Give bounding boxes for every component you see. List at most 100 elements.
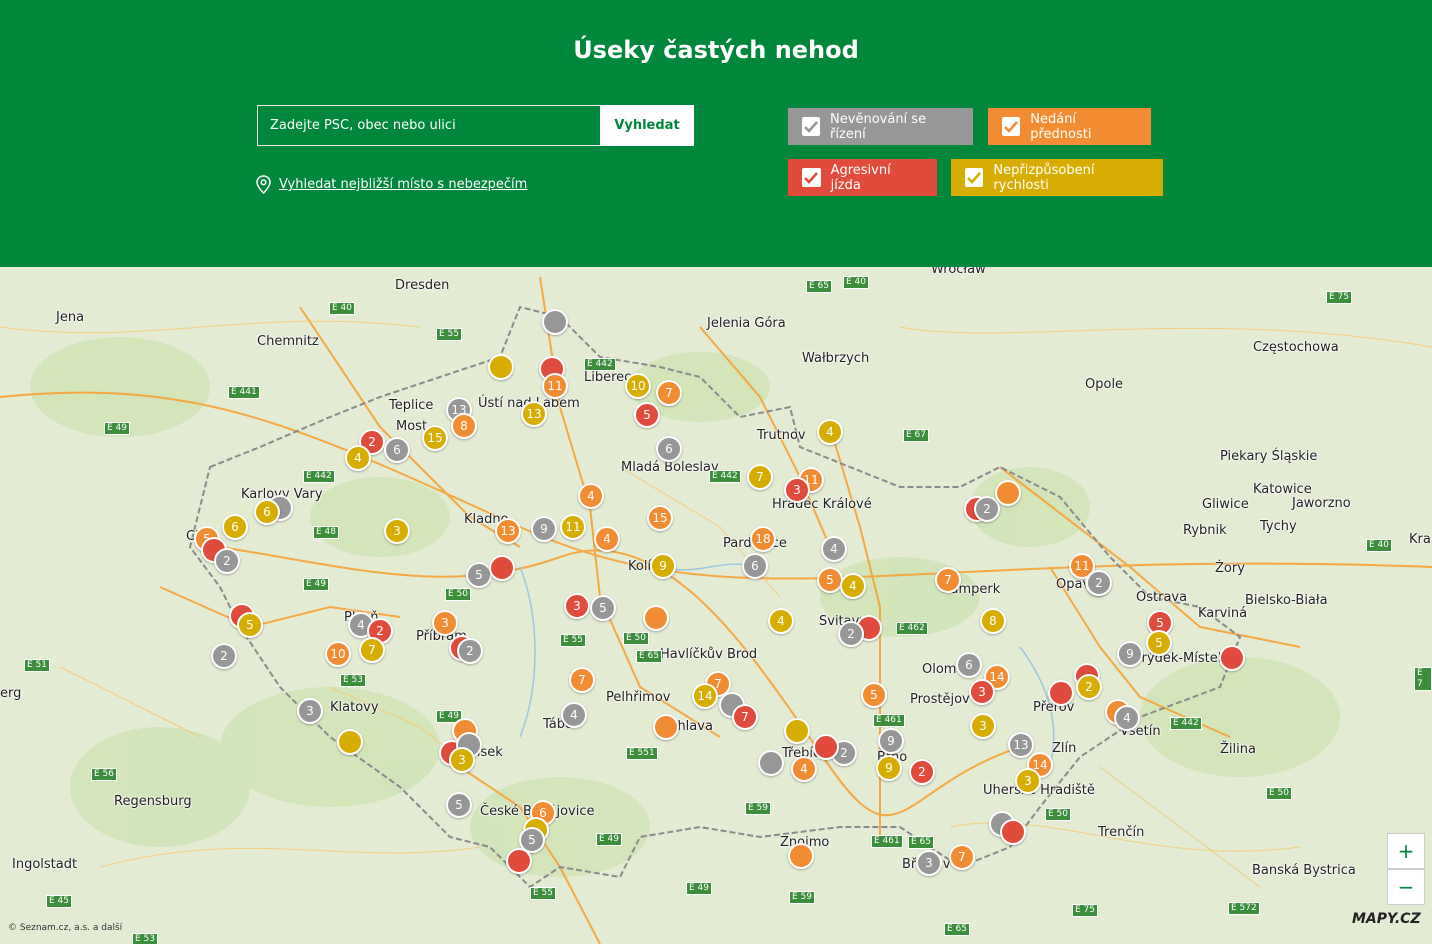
accident-marker[interactable]: 2 <box>838 621 864 647</box>
filter-aggressive-driving[interactable]: Agresivní jízda <box>788 159 937 196</box>
accident-marker[interactable]: 15 <box>422 425 448 451</box>
accident-marker[interactable] <box>788 843 814 869</box>
filter-speed[interactable]: Nepřizpůsobení rychlosti <box>951 159 1163 196</box>
accident-marker[interactable]: 2 <box>1076 674 1102 700</box>
accident-marker[interactable]: 9 <box>650 553 676 579</box>
road-sign: E 65 <box>636 650 662 663</box>
filter-label: Nevěnování se řízení <box>830 111 927 142</box>
accident-marker[interactable] <box>489 555 515 581</box>
accident-marker[interactable]: 10 <box>625 373 651 399</box>
accident-marker[interactable]: 5 <box>237 612 263 638</box>
accident-marker[interactable]: 3 <box>449 747 475 773</box>
accident-marker[interactable]: 7 <box>747 464 773 490</box>
accident-marker[interactable]: 4 <box>1114 705 1140 731</box>
accident-marker[interactable]: 3 <box>916 850 942 876</box>
accident-marker[interactable] <box>643 605 669 631</box>
road-sign: E 461 <box>873 714 905 727</box>
accident-marker[interactable] <box>813 734 839 760</box>
accident-marker[interactable]: 13 <box>495 518 521 544</box>
accident-marker[interactable] <box>758 750 784 776</box>
accident-marker[interactable]: 2 <box>909 759 935 785</box>
accident-marker[interactable]: 5 <box>634 402 660 428</box>
accident-marker[interactable]: 4 <box>578 483 604 509</box>
accident-marker[interactable]: 2 <box>457 638 483 664</box>
road-sign: E 51 <box>24 659 50 672</box>
accident-marker[interactable]: 4 <box>594 526 620 552</box>
accident-marker[interactable] <box>784 718 810 744</box>
accident-marker[interactable]: 9 <box>531 516 557 542</box>
accident-marker[interactable]: 6 <box>656 436 682 462</box>
filter-distraction[interactable]: Nevěnování se řízení <box>788 108 973 145</box>
accident-marker[interactable]: 3 <box>1015 768 1041 794</box>
accident-marker[interactable]: 3 <box>297 698 323 724</box>
accident-marker[interactable]: 5 <box>446 792 472 818</box>
accident-marker[interactable]: 5 <box>861 682 887 708</box>
accident-marker[interactable]: 7 <box>935 567 961 593</box>
accident-marker[interactable]: 18 <box>750 526 776 552</box>
map-label: Banská Bystrica <box>1252 863 1356 878</box>
accident-marker[interactable]: 6 <box>222 514 248 540</box>
accident-marker[interactable] <box>1000 819 1026 845</box>
accident-marker[interactable] <box>488 354 514 380</box>
accident-marker[interactable]: 3 <box>970 713 996 739</box>
accident-marker[interactable]: 4 <box>561 702 587 728</box>
accident-marker[interactable]: 9 <box>878 728 904 754</box>
accident-marker[interactable]: 6 <box>742 553 768 579</box>
accident-marker[interactable] <box>506 848 532 874</box>
accident-marker[interactable]: 2 <box>214 548 240 574</box>
accident-marker[interactable]: 2 <box>211 643 237 669</box>
accident-marker[interactable]: 5 <box>590 595 616 621</box>
accident-marker[interactable] <box>542 309 568 335</box>
accident-marker[interactable]: 4 <box>821 536 847 562</box>
map-label: Havlíčkův Brod <box>660 647 758 662</box>
accident-marker[interactable]: 15 <box>647 505 673 531</box>
accident-marker[interactable]: 3 <box>384 518 410 544</box>
accident-marker[interactable]: 7 <box>732 704 758 730</box>
accident-marker[interactable] <box>337 729 363 755</box>
road-sign: E 442 <box>584 358 616 371</box>
filter-right-of-way[interactable]: Nedání přednosti <box>988 108 1151 145</box>
accident-marker[interactable]: 8 <box>980 608 1006 634</box>
filter-label: Nepřizpůsobení rychlosti <box>993 162 1095 193</box>
accident-marker[interactable]: 2 <box>1086 570 1112 596</box>
accident-marker[interactable]: 6 <box>384 437 410 463</box>
accident-marker[interactable]: 4 <box>817 419 843 445</box>
accident-marker[interactable]: 3 <box>564 593 590 619</box>
search-button[interactable]: Vyhledat <box>600 105 694 146</box>
accident-marker[interactable]: 7 <box>569 667 595 693</box>
accident-marker[interactable]: 4 <box>768 608 794 634</box>
zoom-in-button[interactable]: + <box>1387 833 1425 869</box>
road-sign: E 56 <box>91 768 117 781</box>
accident-marker[interactable]: 4 <box>840 573 866 599</box>
accident-marker[interactable]: 11 <box>542 373 568 399</box>
accident-marker[interactable]: 5 <box>1146 630 1172 656</box>
map[interactable]: Wrocław Dresden Jena Chemnitz Jelenia Gó… <box>0 267 1432 944</box>
accident-marker[interactable]: 4 <box>345 445 371 471</box>
accident-marker[interactable] <box>653 714 679 740</box>
accident-marker[interactable]: 6 <box>956 652 982 678</box>
search-input[interactable] <box>257 105 601 146</box>
accident-marker[interactable] <box>995 480 1021 506</box>
accident-marker[interactable]: 8 <box>451 413 477 439</box>
accident-marker[interactable]: 7 <box>656 380 682 406</box>
map-copyright[interactable]: © Seznam.cz, a.s. a další <box>8 923 122 933</box>
accident-marker[interactable]: 3 <box>432 610 458 636</box>
accident-marker[interactable]: 9 <box>1117 641 1143 667</box>
accident-marker[interactable] <box>1048 680 1074 706</box>
accident-marker[interactable]: 13 <box>521 401 547 427</box>
accident-marker[interactable]: 5 <box>817 567 843 593</box>
accident-marker[interactable] <box>1219 645 1245 671</box>
accident-marker[interactable]: 3 <box>969 679 995 705</box>
accident-marker[interactable]: 14 <box>692 683 718 709</box>
accident-marker[interactable]: 13 <box>1008 732 1034 758</box>
accident-marker[interactable]: 10 <box>325 641 351 667</box>
accident-marker[interactable]: 3 <box>784 477 810 503</box>
accident-marker[interactable]: 6 <box>254 499 280 525</box>
accident-marker[interactable]: 9 <box>876 755 902 781</box>
accident-marker[interactable]: 11 <box>560 514 586 540</box>
zoom-out-button[interactable]: − <box>1387 869 1425 905</box>
accident-marker[interactable]: 7 <box>949 844 975 870</box>
nearest-danger-link[interactable]: Vyhledat nejbližší místo s nebezpečím <box>256 175 527 194</box>
accident-marker[interactable]: 4 <box>791 756 817 782</box>
accident-marker[interactable]: 7 <box>359 637 385 663</box>
